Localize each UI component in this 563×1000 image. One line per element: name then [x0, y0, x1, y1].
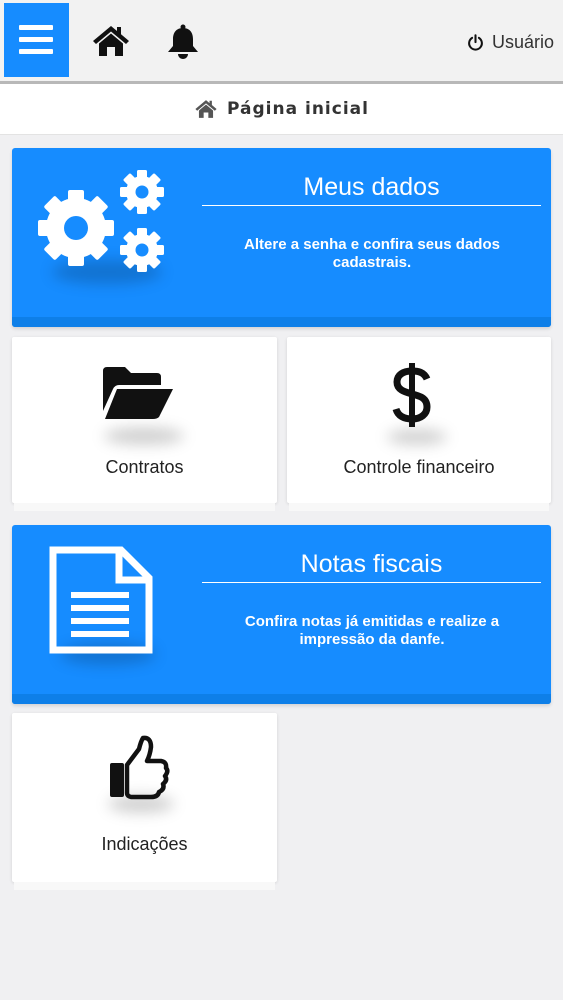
card-description: Confira notas já emitidas e realize a im…	[244, 613, 500, 648]
card-label: Contratos	[105, 457, 184, 477]
document-icon	[49, 546, 153, 654]
card-footer-strip	[12, 694, 551, 704]
card-notas-fiscais[interactable]: Notas fiscais Confira notas já emitidas …	[12, 525, 551, 704]
hamburger-line	[19, 37, 53, 42]
top-bar: Usuário	[0, 0, 563, 84]
icon-shadow	[387, 429, 447, 445]
thumbs-up-icon	[110, 735, 170, 800]
folder-open-icon	[103, 367, 173, 419]
card-underlay	[289, 503, 549, 511]
card-indicacoes[interactable]: Indicações	[12, 713, 277, 890]
icon-shadow	[104, 427, 184, 445]
notifications-button[interactable]	[165, 23, 201, 59]
card-title: Notas fiscais	[300, 550, 443, 578]
user-label: Usuário	[491, 31, 554, 52]
power-icon	[468, 33, 483, 51]
card-divider	[202, 205, 541, 206]
gears-icon	[38, 170, 164, 272]
bell-icon	[168, 24, 198, 59]
hamburger-line	[19, 49, 53, 54]
card-underlay	[14, 882, 275, 890]
card-footer-strip	[12, 317, 551, 327]
card-contratos[interactable]: Contratos	[12, 337, 277, 511]
home-icon	[195, 100, 217, 118]
card-controle-financeiro[interactable]: Controle financeiro	[287, 337, 551, 511]
card-divider	[202, 582, 541, 583]
home-button[interactable]	[92, 24, 130, 58]
home-icon	[93, 26, 129, 56]
hamburger-line	[19, 25, 53, 30]
menu-button[interactable]	[4, 3, 69, 77]
breadcrumb: Página inicial	[0, 84, 563, 135]
dollar-icon	[392, 363, 431, 427]
card-label: Indicações	[101, 834, 188, 854]
card-meus-dados[interactable]: Meus dados Altere a senha e confira seus…	[12, 148, 551, 327]
user-menu[interactable]: Usuário	[467, 30, 554, 54]
page-title: Página inicial	[227, 99, 369, 119]
card-underlay	[14, 503, 275, 511]
card-label: Controle financeiro	[343, 457, 495, 477]
card-description: Altere a senha e confira seus dados cada…	[244, 236, 500, 271]
card-title: Meus dados	[303, 173, 440, 201]
